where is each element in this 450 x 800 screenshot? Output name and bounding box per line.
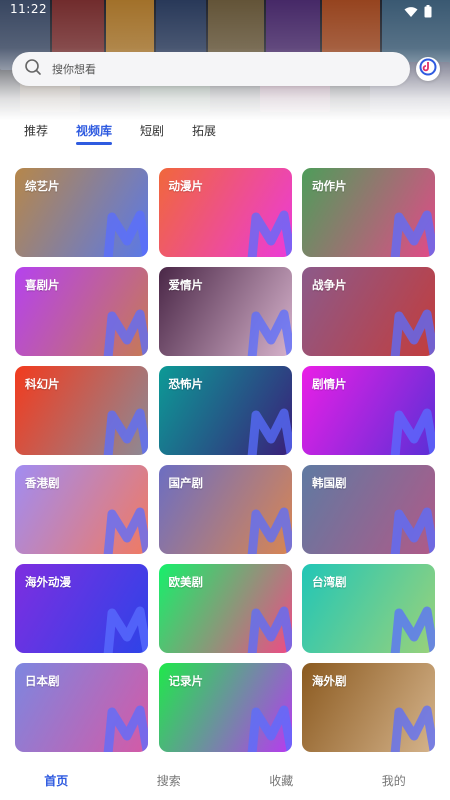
category-card[interactable]: 动漫片 <box>158 168 292 257</box>
category-label: 日本剧 <box>25 674 60 688</box>
tab-extensions[interactable]: 拓展 <box>192 123 216 147</box>
brand-m-icon <box>390 210 435 257</box>
category-label: 综艺片 <box>25 179 60 193</box>
category-label: 韩国剧 <box>312 476 347 490</box>
brand-m-icon <box>247 408 292 455</box>
brand-m-icon <box>103 705 148 752</box>
category-card[interactable]: 爱情片 <box>158 267 292 356</box>
category-label: 国产剧 <box>168 476 204 490</box>
nav-home[interactable]: 首页 <box>0 772 113 789</box>
wifi-icon <box>404 3 418 22</box>
brand-m-icon <box>247 309 292 356</box>
category-label: 海外剧 <box>312 674 347 688</box>
brand-m-icon <box>103 408 148 455</box>
tab-short-drama[interactable]: 短剧 <box>140 123 164 147</box>
category-card[interactable]: 恐怖片 <box>158 366 292 455</box>
category-card[interactable]: 综艺片 <box>15 168 148 257</box>
category-card[interactable]: 动作片 <box>302 168 435 257</box>
category-label: 台湾剧 <box>312 575 347 589</box>
brand-m-icon <box>247 507 292 554</box>
brand-m-icon <box>247 606 292 653</box>
brand-m-icon <box>103 606 148 653</box>
category-label: 动作片 <box>312 179 347 193</box>
category-label: 剧情片 <box>312 377 347 391</box>
status-time: 11:22 <box>10 2 48 16</box>
category-label: 战争片 <box>312 278 347 292</box>
brand-m-icon <box>390 309 435 356</box>
profile-button[interactable] <box>416 57 440 81</box>
brand-m-icon <box>390 606 435 653</box>
category-card[interactable]: 喜剧片 <box>15 267 148 356</box>
category-label: 香港剧 <box>25 476 60 490</box>
tab-video-library[interactable]: 视频库 <box>76 123 113 147</box>
search-icon <box>24 58 42 80</box>
nav-favorites[interactable]: 收藏 <box>225 772 338 789</box>
category-label: 恐怖片 <box>168 377 204 391</box>
category-grid: 综艺片 动漫片 动作片喜剧片 爱情片 战争片科幻片 恐怖片 剧情片香港剧 国产剧 韩国剧海外动漫… <box>15 168 435 752</box>
category-card[interactable]: 海外动漫 <box>15 564 148 653</box>
brand-m-icon <box>390 408 435 455</box>
brand-m-icon <box>247 210 292 257</box>
tab-recommend[interactable]: 推荐 <box>24 123 48 147</box>
brand-m-icon <box>247 705 292 752</box>
category-card[interactable]: 韩国剧 <box>302 465 435 554</box>
category-label: 欧美剧 <box>168 575 204 589</box>
app-logo-icon <box>419 58 437 80</box>
battery-icon <box>424 3 432 22</box>
category-card[interactable]: 科幻片 <box>15 366 148 455</box>
category-label: 科幻片 <box>25 377 60 391</box>
category-label: 喜剧片 <box>25 278 60 292</box>
category-label: 记录片 <box>168 674 204 688</box>
bottom-nav: 首页 搜索 收藏 我的 <box>0 760 450 800</box>
category-card[interactable]: 日本剧 <box>15 663 148 752</box>
brand-m-icon <box>103 507 148 554</box>
category-card[interactable]: 记录片 <box>158 663 292 752</box>
category-label: 动漫片 <box>168 179 204 193</box>
category-card[interactable]: 欧美剧 <box>158 564 292 653</box>
brand-m-icon <box>103 210 148 257</box>
brand-m-icon <box>390 705 435 752</box>
category-card[interactable]: 海外剧 <box>302 663 435 752</box>
search-placeholder: 搜你想看 <box>52 63 96 76</box>
nav-search[interactable]: 搜索 <box>113 772 226 789</box>
search-input[interactable]: 搜你想看 <box>12 52 410 86</box>
nav-profile[interactable]: 我的 <box>338 772 450 789</box>
brand-m-icon <box>390 507 435 554</box>
category-card[interactable]: 台湾剧 <box>302 564 435 653</box>
status-icons <box>404 3 432 22</box>
category-tabs: 推荐 视频库 短剧 拓展 <box>24 123 244 147</box>
category-card[interactable]: 剧情片 <box>302 366 435 455</box>
category-card[interactable]: 国产剧 <box>158 465 292 554</box>
category-card[interactable]: 香港剧 <box>15 465 148 554</box>
category-label: 海外动漫 <box>25 575 71 589</box>
brand-m-icon <box>103 309 148 356</box>
category-label: 爱情片 <box>168 278 204 292</box>
category-card[interactable]: 战争片 <box>302 267 435 356</box>
